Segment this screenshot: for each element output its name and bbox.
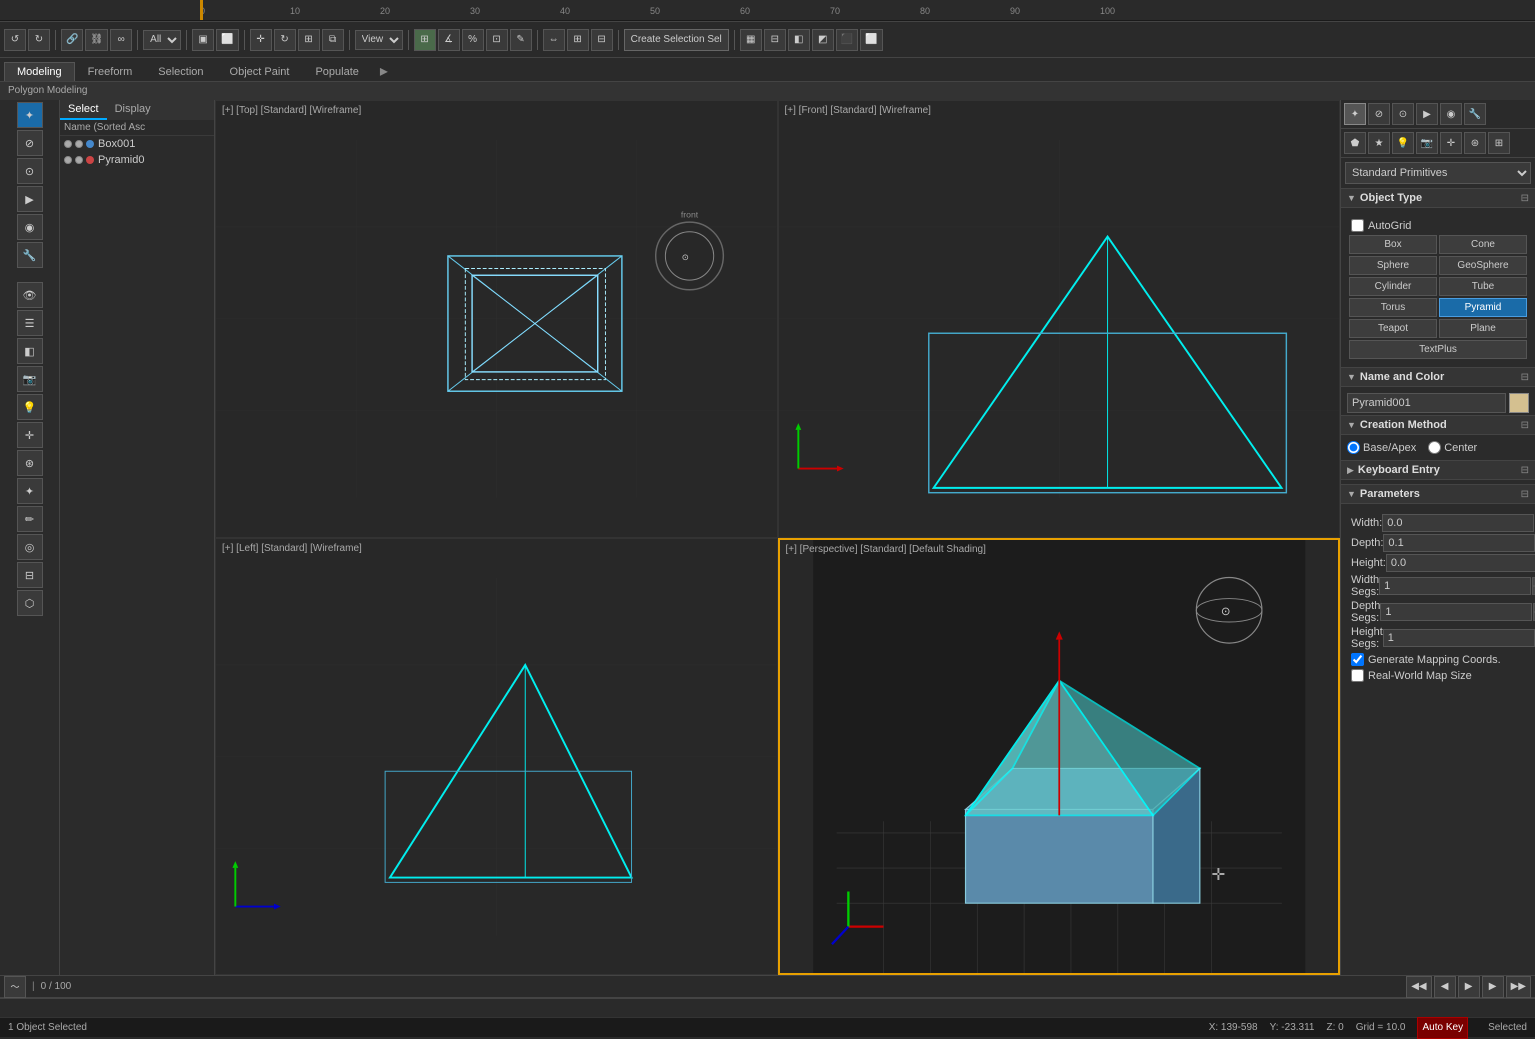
selected-status: Selected bbox=[1488, 1022, 1527, 1033]
bottom-section: ～ | 0 / 100 ◀◀ ◀ ▶ ▶ ▶▶ 0 10 20 30 40 50… bbox=[0, 975, 1535, 1037]
timeline-ruler[interactable]: 0 10 20 30 40 50 60 70 80 90 100 bbox=[0, 998, 1535, 1017]
y-coord: Y: -23.311 bbox=[1270, 1022, 1315, 1033]
ruler-svg: 0 10 20 30 40 50 60 70 80 90 100 bbox=[0, 998, 1535, 1017]
x-coord: X: 139-598 bbox=[1209, 1022, 1258, 1033]
auto-key-btn[interactable]: Auto Key bbox=[1417, 1017, 1468, 1039]
status-bar: 1 Object Selected X: 139-598 Y: -23.311 … bbox=[0, 1017, 1535, 1037]
z-coord: Z: 0 bbox=[1326, 1022, 1343, 1033]
objects-selected: 1 Object Selected bbox=[8, 1022, 87, 1033]
grid-size: Grid = 10.0 bbox=[1356, 1022, 1406, 1033]
